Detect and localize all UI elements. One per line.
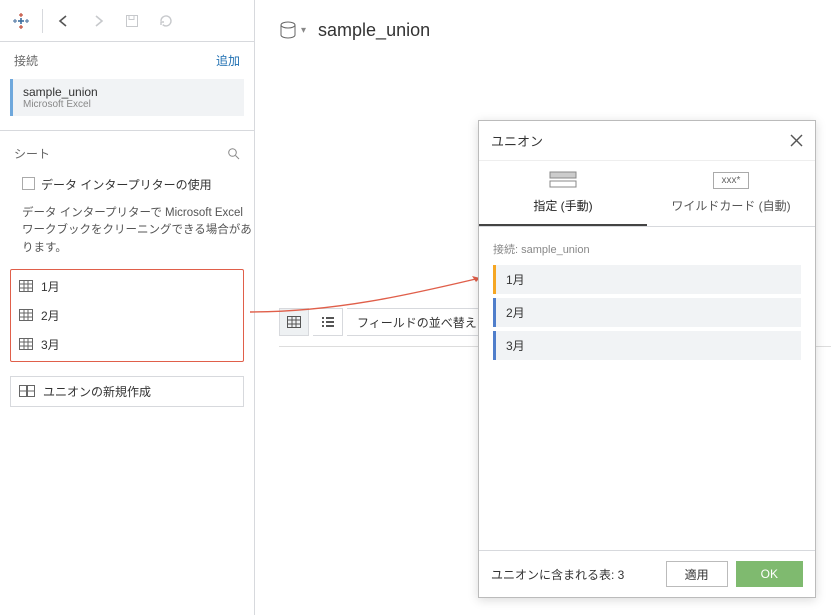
tab-manual[interactable]: 指定 (手動)	[479, 161, 647, 226]
add-connection-link[interactable]: 追加	[216, 52, 240, 69]
toolbar	[0, 0, 254, 42]
tables-list-highlight: 1月 2月 3月	[10, 269, 244, 362]
tab-manual-label: 指定 (手動)	[533, 199, 592, 213]
union-row[interactable]: 1月	[493, 265, 801, 294]
tab-wildcard-label: ワイルドカード (自動)	[671, 199, 790, 213]
dialog-connection-label: 接続: sample_union	[493, 241, 801, 257]
ok-button[interactable]: OK	[736, 561, 803, 587]
data-interpreter-checkbox[interactable]: データ インタープリターの使用	[22, 176, 240, 193]
table-row[interactable]: 3月	[11, 330, 243, 359]
save-button[interactable]	[117, 6, 147, 36]
data-interpreter-label: データ インタープリターの使用	[41, 176, 212, 193]
refresh-button[interactable]	[151, 6, 181, 36]
datasource-name[interactable]: sample_union	[318, 20, 430, 41]
union-count-label: ユニオンに含まれる表: 3	[491, 566, 658, 583]
new-union-button[interactable]: ユニオンの新規作成	[10, 376, 244, 407]
table-row[interactable]: 2月	[11, 301, 243, 330]
list-view-button[interactable]	[313, 308, 343, 336]
new-union-label: ユニオンの新規作成	[43, 383, 151, 400]
connections-header: 接続 追加	[0, 42, 254, 79]
wildcard-tab-icon: xxx*	[653, 169, 809, 191]
table-name: 2月	[41, 307, 60, 324]
table-name: 3月	[41, 336, 60, 353]
tableau-logo-icon[interactable]	[6, 6, 36, 36]
sort-fields-label[interactable]: フィールドの並べ替え	[347, 308, 488, 336]
connection-type: Microsoft Excel	[23, 99, 234, 110]
table-row[interactable]: 1月	[11, 272, 243, 301]
checkbox-icon	[22, 177, 35, 190]
union-row[interactable]: 2月	[493, 298, 801, 327]
tab-wildcard[interactable]: xxx* ワイルドカード (自動)	[647, 161, 815, 226]
table-icon	[19, 280, 33, 292]
sheets-label: シート	[14, 145, 50, 162]
close-icon[interactable]	[790, 134, 803, 147]
connection-item[interactable]: sample_union Microsoft Excel	[10, 79, 244, 116]
sidebar: 接続 追加 sample_union Microsoft Excel シート デ…	[0, 0, 255, 615]
apply-button[interactable]: 適用	[666, 561, 728, 587]
grid-toolbar: フィールドの並べ替え	[279, 308, 488, 336]
data-interpreter-help: データ インタープリターで Microsoft Excel ワークブックをクリー…	[0, 199, 254, 267]
union-dialog: ユニオン 指定 (手動) xxx* ワイルドカード (自動) 接続: sampl…	[478, 120, 816, 598]
sheets-header: シート	[0, 135, 254, 172]
union-icon	[19, 385, 35, 397]
datasource-title: ▾ sample_union	[279, 20, 807, 41]
table-name: 1月	[41, 278, 60, 295]
grid-view-button[interactable]	[279, 308, 309, 336]
connections-label: 接続	[14, 52, 38, 69]
union-row[interactable]: 3月	[493, 331, 801, 360]
connection-name: sample_union	[23, 85, 234, 99]
database-icon	[279, 21, 297, 41]
manual-tab-icon	[485, 169, 641, 191]
union-count-value: 3	[618, 568, 625, 582]
table-icon	[19, 338, 33, 350]
back-button[interactable]	[49, 6, 79, 36]
forward-button[interactable]	[83, 6, 113, 36]
search-icon[interactable]	[227, 147, 240, 160]
dialog-title: ユニオン	[491, 131, 543, 150]
table-icon	[19, 309, 33, 321]
